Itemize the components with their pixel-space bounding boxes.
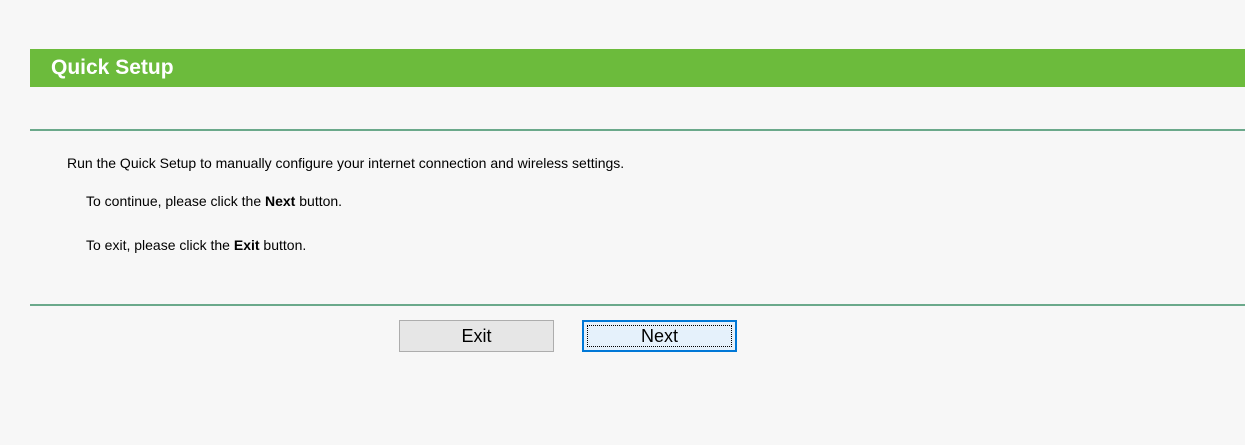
exit-button[interactable]: Exit — [399, 320, 554, 352]
exit-instruction-keyword: Exit — [233, 237, 260, 253]
continue-instruction-prefix: To continue, please click the — [86, 193, 265, 209]
exit-instruction-suffix: button. — [259, 237, 307, 253]
page-title: Quick Setup — [30, 49, 1245, 87]
continue-instruction: To continue, please click the Next butto… — [86, 193, 342, 209]
exit-instruction-prefix: To exit, please click the — [86, 237, 234, 253]
continue-instruction-suffix: button. — [295, 193, 343, 209]
exit-instruction: To exit, please click the Exit button. — [86, 237, 306, 253]
continue-instruction-keyword: Next — [265, 193, 296, 209]
top-divider — [30, 129, 1245, 131]
intro-text: Run the Quick Setup to manually configur… — [67, 155, 625, 171]
quick-setup-page: Quick Setup Run the Quick Setup to manua… — [0, 0, 1245, 445]
bottom-divider — [30, 304, 1245, 306]
next-button-label: Next — [587, 325, 732, 347]
next-button[interactable]: Next — [582, 320, 737, 352]
